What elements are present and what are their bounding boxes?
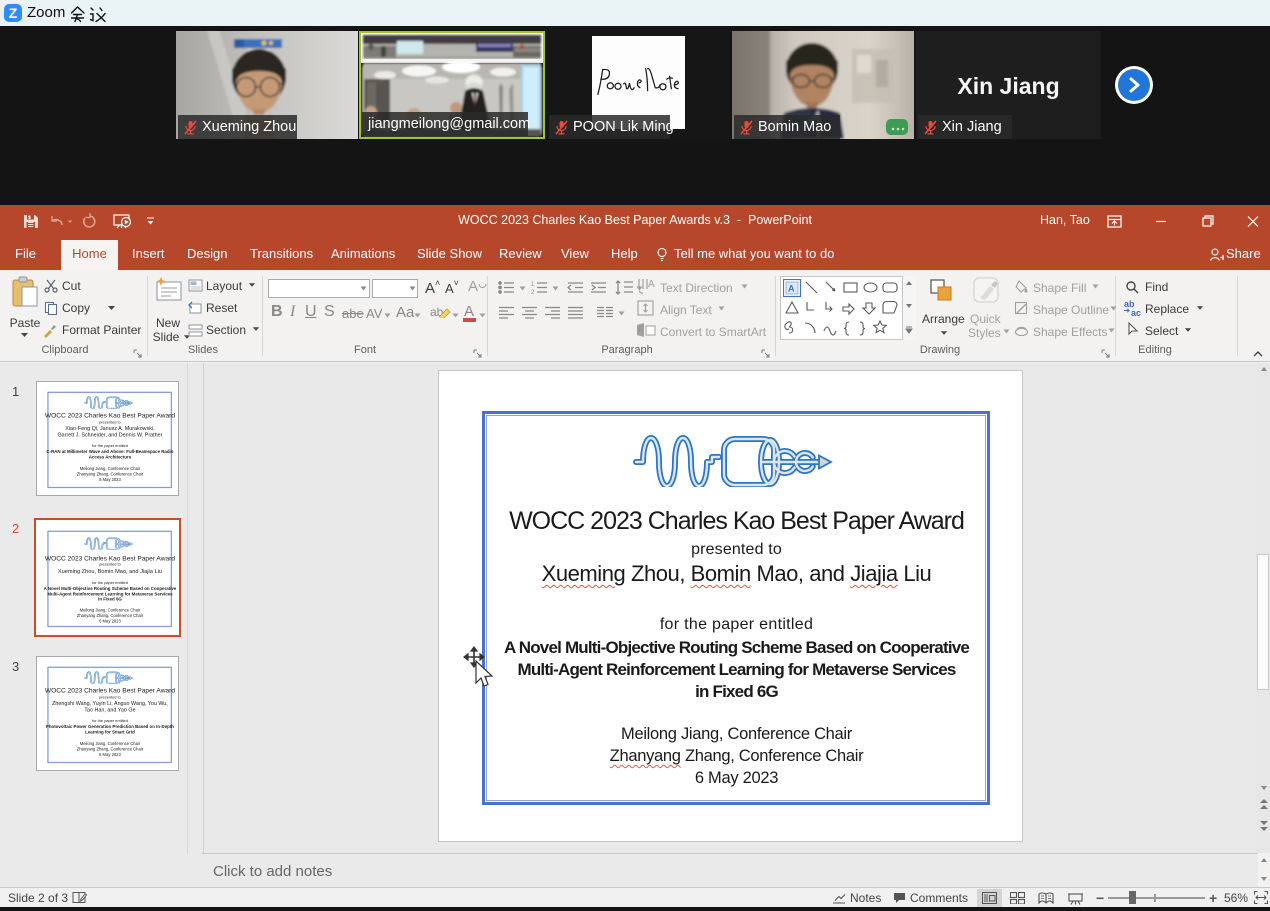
svg-text:2: 2 bbox=[531, 290, 535, 294]
svg-text:A: A bbox=[788, 284, 795, 294]
svg-text:A: A bbox=[648, 279, 655, 290]
svg-text:1: 1 bbox=[531, 282, 535, 288]
svg-text:ac: ac bbox=[1131, 308, 1141, 317]
